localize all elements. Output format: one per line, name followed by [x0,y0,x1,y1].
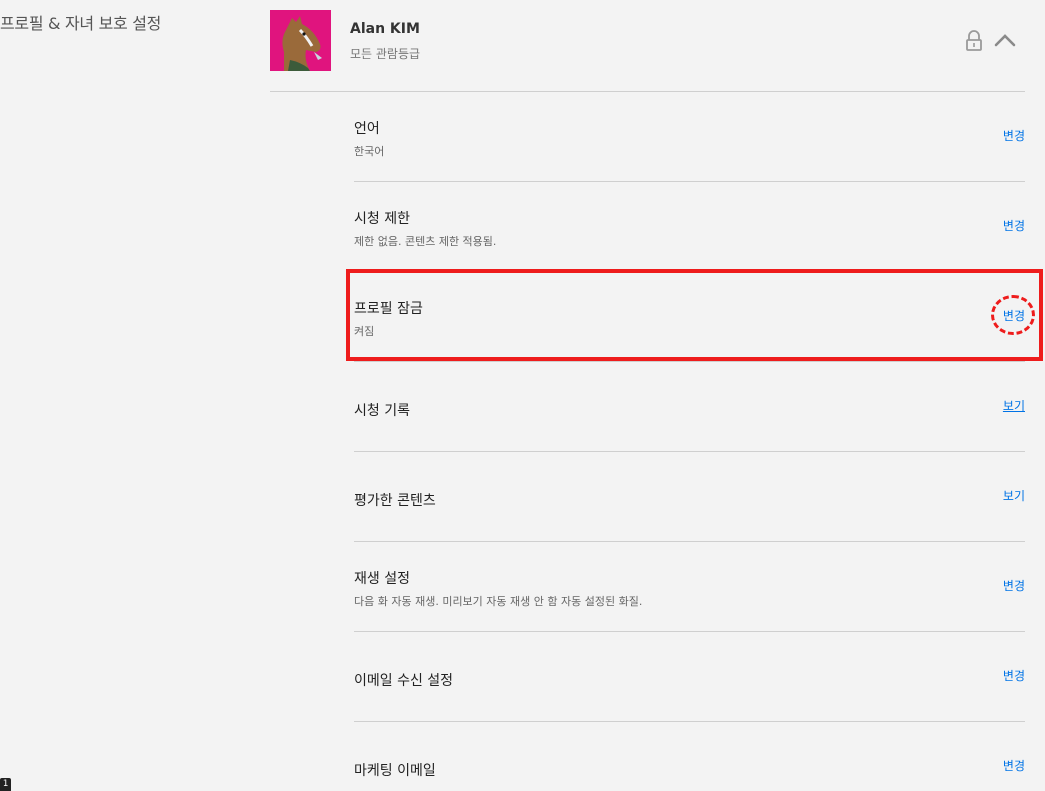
setting-row-ratings: 평가한 콘텐츠 보기 [354,452,1025,542]
setting-row-email-preferences: 이메일 수신 설정 변경 [354,632,1025,722]
change-language-link[interactable]: 변경 [1003,127,1025,144]
settings-list: 언어 한국어 변경 시청 제한 제한 없음. 콘텐츠 제한 적용됨. 변경 프로… [354,92,1025,791]
chevron-up-icon[interactable] [993,30,1017,50]
change-email-preferences-link[interactable]: 변경 [1003,667,1025,684]
avatar [270,10,331,71]
setting-desc: 켜짐 [354,325,375,338]
setting-title: 재생 설정 [354,571,410,587]
change-playback-settings-link[interactable]: 변경 [1003,577,1025,594]
change-viewing-restrictions-link[interactable]: 변경 [1003,217,1025,234]
view-viewing-activity-link[interactable]: 보기 [1003,397,1025,414]
setting-desc: 제한 없음. 콘텐츠 제한 적용됨. [354,235,497,248]
setting-desc: 다음 화 자동 재생. 미리보기 자동 재생 안 함 자동 설정된 화질. [354,595,643,608]
setting-title: 언어 [354,121,380,137]
profile-rating: 모든 관람등급 [350,47,421,61]
setting-row-profile-lock: 프로필 잠금 켜짐 변경 [354,272,1025,362]
setting-row-playback-settings: 재생 설정 다음 화 자동 재생. 미리보기 자동 재생 안 함 자동 설정된 … [354,542,1025,632]
profile-name: Alan KIM [350,21,420,37]
profile-settings-page: 프로필 & 자녀 보호 설정 Alan KIM 모든 관람등급 언어 한국어 변… [0,0,1045,791]
change-profile-lock-link[interactable]: 변경 [1003,307,1025,324]
setting-desc: 한국어 [354,145,385,158]
setting-row-marketing-email: 마케팅 이메일 변경 [354,722,1025,791]
setting-title: 시청 제한 [354,211,410,227]
setting-title: 시청 기록 [354,403,410,419]
change-marketing-email-link[interactable]: 변경 [1003,757,1025,774]
setting-row-viewing-restrictions: 시청 제한 제한 없음. 콘텐츠 제한 적용됨. 변경 [354,182,1025,272]
setting-row-language: 언어 한국어 변경 [354,92,1025,182]
setting-title: 프로필 잠금 [354,301,423,317]
setting-title: 이메일 수신 설정 [354,673,454,689]
setting-title: 마케팅 이메일 [354,763,436,779]
lock-icon [965,30,983,52]
section-title: 프로필 & 자녀 보호 설정 [0,14,162,33]
profile-header[interactable]: Alan KIM 모든 관람등급 [270,10,1025,92]
setting-title: 평가한 콘텐츠 [354,493,436,509]
setting-row-viewing-activity: 시청 기록 보기 [354,362,1025,452]
view-ratings-link[interactable]: 보기 [1003,487,1025,504]
corner-badge: 1 [0,778,11,791]
